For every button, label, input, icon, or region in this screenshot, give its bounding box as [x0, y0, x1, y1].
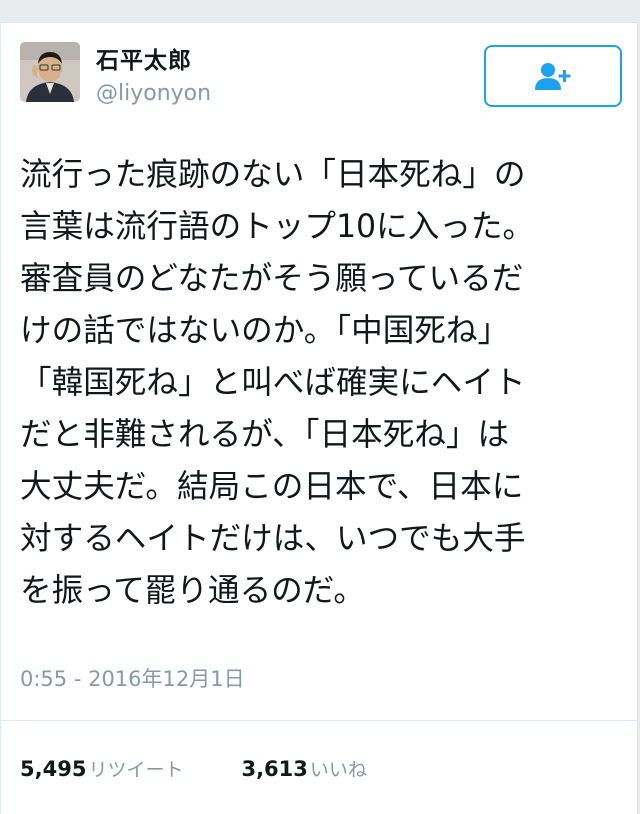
retweets-label: リツイート [88, 759, 184, 781]
follow-user-plus-icon [535, 63, 571, 90]
tweet-text-line: 流行った痕跡のない「日本死ね」の [20, 157, 526, 193]
avatar-photo [20, 42, 80, 102]
tweet-timestamp[interactable]: 0:55 - 2016年12月1日 [20, 663, 245, 693]
avatar[interactable] [20, 42, 80, 102]
author-screen-name[interactable]: @liyonyon [96, 81, 211, 106]
follow-button[interactable] [484, 45, 622, 107]
tweet-text-line: けの話ではないのか。「中国死ね」 [20, 313, 510, 349]
tweet-text-line: 大丈夫だ。結局この日本で、日本に [20, 469, 524, 505]
tweet-text-line: だと非難されるが、「日本死ね」は [20, 417, 510, 453]
likes-stat[interactable]: 3,613 いいね [241, 755, 366, 782]
retweets-count: 5,495 [20, 757, 87, 781]
divider [1, 720, 637, 721]
author-display-name[interactable]: 石平太郎 [96, 41, 192, 75]
tweet-text-line: 言葉は流行語のトップ10に入った。 [20, 209, 535, 245]
tweet-card: 石平太郎 @liyonyon 流行った痕跡のない「日本死ね」の 言葉は流行語のト… [0, 22, 638, 814]
tweet-text-line: 対するヘイトだけは、いつでも大手 [20, 521, 526, 557]
tweet-text: 流行った痕跡のない「日本死ね」の 言葉は流行語のトップ10に入った。 審査員のど… [20, 149, 625, 617]
tweet-text-line: を振って罷り通るのだ。 [20, 573, 366, 609]
tweet-stats: 5,495 リツイート 3,613 いいね [20, 755, 367, 782]
likes-count: 3,613 [241, 757, 308, 781]
retweets-stat[interactable]: 5,495 リツイート [20, 755, 183, 782]
tweet-text-line: 審査員のどなたがそう願っているだ [20, 261, 524, 297]
tweet-text-line: 「韓国死ね」と叫べば確実にヘイト [20, 365, 526, 401]
likes-label: いいね [309, 759, 367, 781]
